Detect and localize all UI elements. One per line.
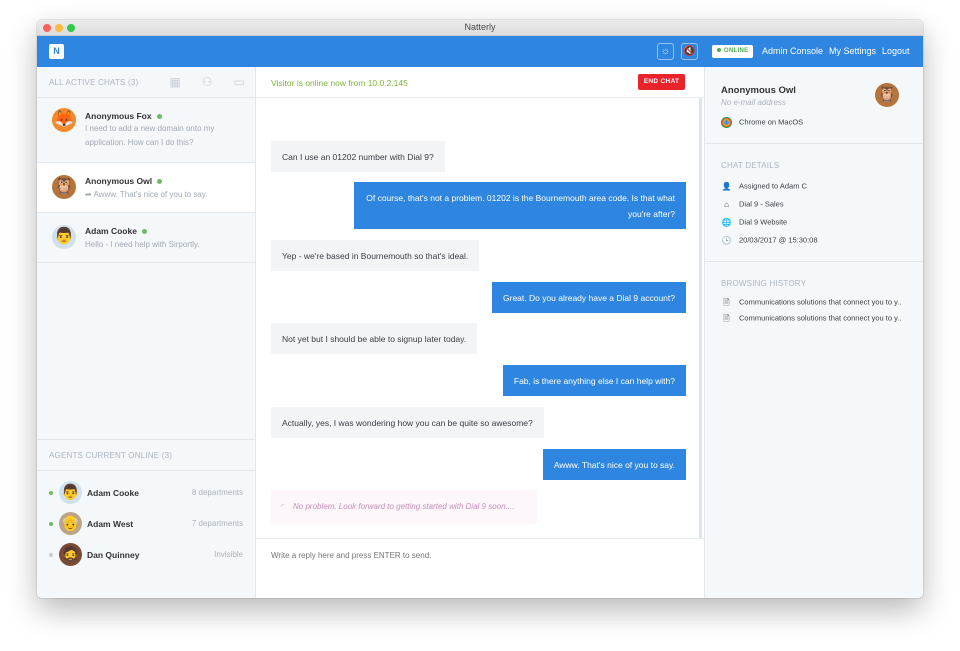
document-icon: 🗎 (723, 298, 730, 307)
visitor-details-panel: Anonymous Owl No e-mail address 🦉 Chrome… (704, 67, 923, 598)
chat-scrollbar[interactable] (699, 98, 702, 538)
sun-icon[interactable]: ☼ (657, 43, 674, 60)
chat-item-anonymous-fox[interactable]: 🦊 Anonymous Fox I need to add a new doma… (37, 98, 255, 163)
chrome-icon (721, 117, 732, 128)
agent-name: Adam West (87, 519, 134, 529)
team-icon[interactable]: ⚇ (197, 72, 217, 92)
logout-link[interactable]: Logout (882, 46, 910, 56)
globe-icon: 🌐 (721, 218, 732, 227)
agent-name: Adam Cooke (87, 488, 139, 498)
left-sidebar: ALL ACTIVE CHATS (3) ▦ ⚇ ▭ 🦊 Anonymous F… (37, 67, 256, 598)
chat-item-preview: I need to add a new domain onto my appli… (85, 124, 215, 147)
my-settings-link[interactable]: My Settings (829, 46, 876, 56)
online-dot (157, 179, 163, 185)
chat-item-anonymous-owl[interactable]: 🦉 Anonymous Owl ➦ Awww. That's nice of y… (37, 163, 255, 213)
app-window: Natterly N ☼ 🔇 ONLINE Admin Console My S… (37, 20, 923, 598)
fox-avatar: 🦊 (52, 108, 76, 132)
message-visitor: Not yet but I should be able to signup l… (271, 323, 478, 354)
end-chat-button[interactable]: END CHAT (638, 74, 685, 90)
home-icon: ⌂ (724, 200, 729, 209)
online-dot (156, 114, 162, 120)
document-icon: 🗎 (723, 314, 730, 323)
user-icon: 👤 (721, 182, 732, 191)
status-dot (717, 48, 721, 53)
chat-item-name: Adam Cooke (85, 226, 147, 236)
message-visitor: Actually, yes, I was wondering how you c… (271, 407, 544, 438)
history-item[interactable]: 🗎 Communications solutions that connect y… (721, 297, 901, 308)
agent-departments: 8 departments (191, 488, 243, 497)
detail-timestamp: 🕒 20/03/2017 @ 15:30:08 (721, 235, 818, 245)
mute-icon[interactable]: 🔇 (681, 43, 698, 60)
message-visitor: Can I use an 01202 number with Dial 9? (271, 141, 445, 172)
inbox-icon[interactable]: ▭ (229, 72, 249, 92)
agent-avatar: 👨 (59, 481, 82, 504)
message-agent: Awww. That's nice of you to say. (542, 449, 686, 480)
history-item[interactable]: 🗎 Communications solutions that connect y… (721, 313, 901, 324)
status-label: ONLINE (724, 48, 749, 54)
detail-department: ⌂ Dial 9 - Sales (721, 199, 784, 210)
window-title: Natterly (464, 22, 496, 32)
agent-departments: 7 departments (191, 519, 243, 528)
divider (705, 143, 923, 144)
agents-header: AGENTS CURRENT ONLINE (3) (37, 439, 255, 471)
visitor-name: Anonymous Owl (721, 85, 796, 96)
chat-item-name: Anonymous Owl (85, 176, 163, 186)
chat-item-preview: Hello - I need help with Sirportly. (85, 240, 200, 249)
agent-row[interactable]: 👨 Adam Cooke 8 departments (37, 478, 255, 509)
browsing-history-title: BROWSING HISTORY (721, 279, 807, 288)
chat-item-adam-cooke[interactable]: 👨 Adam Cooke Hello - I need help with Si… (37, 213, 255, 263)
chat-panel: Visitor is online now from 10.0.2.145 EN… (256, 67, 704, 598)
chat-header: Visitor is online now from 10.0.2.145 EN… (256, 67, 704, 98)
owl-avatar: 🦉 (52, 175, 76, 199)
agent-status-dot (49, 491, 53, 495)
typing-indicator: ◜ No problem. Look forward to getting sta… (271, 490, 537, 524)
agents-title: AGENTS CURRENT ONLINE (3) (49, 451, 173, 460)
online-dot (141, 229, 147, 235)
message-visitor: Yep - we're based in Bournemouth so that… (271, 240, 480, 271)
detail-website: 🌐 Dial 9 Website (721, 217, 788, 227)
agent-avatar: 🧔 (59, 543, 82, 566)
reply-area (256, 538, 704, 598)
divider (705, 261, 923, 262)
active-chats-title: ALL ACTIVE CHATS (3) (49, 78, 139, 87)
reply-input[interactable] (271, 551, 671, 560)
spinner-icon: ◜ (281, 502, 285, 511)
chat-item-name: Anonymous Fox (85, 111, 162, 121)
browser-info: Chrome on MacOS (721, 117, 803, 128)
detail-assigned: 👤 Assigned to Adam C (721, 181, 807, 191)
message-agent: Of course, that's not a problem. 01202 i… (354, 182, 686, 229)
title-bar: Natterly (37, 20, 923, 36)
app-logo[interactable]: N (49, 44, 64, 59)
agent-status-dot (49, 553, 53, 557)
clock-icon: 🕒 (721, 236, 732, 245)
agent-row[interactable]: 🧔 Dan Quinney Invisible (37, 540, 255, 571)
agent-departments: Invisible (214, 550, 243, 559)
agents-panel: AGENTS CURRENT ONLINE (3) 👨 Adam Cooke 8… (37, 439, 255, 571)
visitor-email: No e-mail address (721, 98, 786, 107)
chat-details-title: CHAT DETAILS (721, 161, 780, 170)
grid-filter-icon[interactable]: ▦ (165, 72, 185, 92)
user-avatar: 👨 (52, 225, 76, 249)
top-nav-bar: N ☼ 🔇 ONLINE Admin Console My Settings L… (37, 36, 923, 67)
active-chats-header: ALL ACTIVE CHATS (3) ▦ ⚇ ▭ (37, 67, 255, 98)
agent-name: Dan Quinney (87, 550, 140, 560)
agent-status-dot (49, 522, 53, 526)
visitor-avatar: 🦉 (875, 83, 899, 107)
message-agent: Fab, is there anything else I can help w… (502, 365, 686, 396)
message-agent: Great. Do you already have a Dial 9 acco… (492, 282, 686, 313)
agent-avatar: 👴 (59, 512, 82, 535)
agent-row[interactable]: 👴 Adam West 7 departments (37, 509, 255, 540)
chat-item-preview: ➦ Awww. That's nice of you to say. (85, 190, 208, 199)
status-toggle[interactable]: ONLINE (712, 45, 754, 58)
admin-console-link[interactable]: Admin Console (762, 46, 823, 56)
visitor-status: Visitor is online now from 10.0.2.145 (271, 78, 408, 88)
typing-preview: No problem. Look forward to getting star… (293, 502, 515, 511)
